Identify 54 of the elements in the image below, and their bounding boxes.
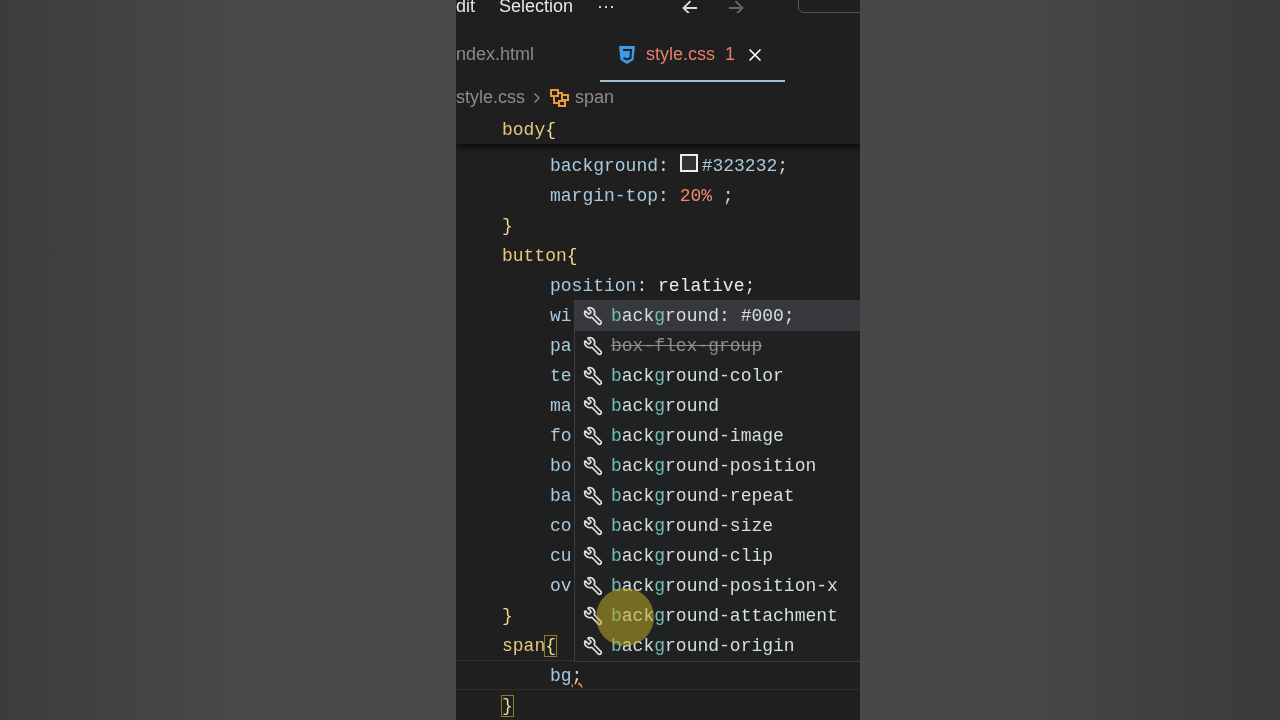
wrench-icon	[583, 336, 603, 356]
code-line: body{	[502, 119, 557, 142]
code-line: wi	[550, 305, 572, 328]
suggestion-item[interactable]: background-color	[575, 361, 860, 391]
wrench-icon	[583, 576, 603, 596]
suggestion-item[interactable]: background-size	[575, 511, 860, 541]
problem-count: 1	[725, 44, 736, 66]
menu-item[interactable]: Selection	[499, 0, 574, 14]
code-line: }	[502, 215, 513, 238]
code-line: ba	[550, 485, 572, 508]
wrench-icon	[583, 516, 603, 536]
code-line: fo	[550, 425, 572, 448]
suggestion-item[interactable]: box-flex-group	[575, 331, 860, 361]
code-line: bg;	[550, 665, 583, 688]
code-line: bo	[550, 455, 572, 478]
wrench-icon	[583, 636, 603, 656]
suggestion-item[interactable]: background-position	[575, 451, 860, 481]
code-line: pa	[550, 335, 572, 358]
suggestion-item[interactable]: background-attachment	[575, 601, 860, 631]
code-line: }	[502, 605, 513, 628]
code-line: background: #323232;	[550, 151, 789, 181]
suggestion-item[interactable]: background-position-x	[575, 571, 860, 601]
wrench-icon	[583, 396, 603, 416]
editor-tab[interactable]: ndex.html	[456, 29, 555, 82]
breadcrumb-item[interactable]: span	[575, 87, 615, 109]
wrench-icon	[583, 606, 603, 626]
menu-item[interactable]: dit	[456, 0, 475, 14]
wrench-icon	[583, 306, 603, 326]
wrench-icon	[583, 426, 603, 446]
symbol-icon	[549, 87, 571, 108]
code-line: co	[550, 515, 572, 538]
code-line: button{	[502, 245, 578, 268]
code-line: ma	[550, 395, 572, 418]
breadcrumb-item[interactable]: style.css	[456, 87, 525, 109]
css-file-icon	[618, 44, 637, 65]
menu-item[interactable]: ···	[597, 0, 616, 14]
code-line: cu	[550, 545, 572, 568]
suggestion-item[interactable]: background-clip	[575, 541, 860, 571]
wrench-icon	[583, 366, 603, 386]
suggestion-item[interactable]: background-image	[575, 421, 860, 451]
code-line: }	[502, 694, 513, 718]
suggestion-item[interactable]: background: #000;	[575, 301, 860, 331]
suggestion-item[interactable]: background-origin	[575, 631, 860, 661]
code-line: margin-top: 20% ;	[550, 185, 734, 208]
editor-tab[interactable]: style.css 1	[600, 29, 786, 82]
suggestion-item[interactable]: background	[575, 391, 860, 421]
wrench-icon	[583, 456, 603, 476]
wrench-icon	[583, 486, 603, 506]
code-line: ov	[550, 575, 572, 598]
code-line: span{	[502, 634, 557, 658]
code-line: position: relative;	[550, 275, 756, 298]
suggestion-item[interactable]: background-repeat	[575, 481, 860, 511]
code-line: te	[550, 365, 572, 388]
wrench-icon	[583, 546, 603, 566]
